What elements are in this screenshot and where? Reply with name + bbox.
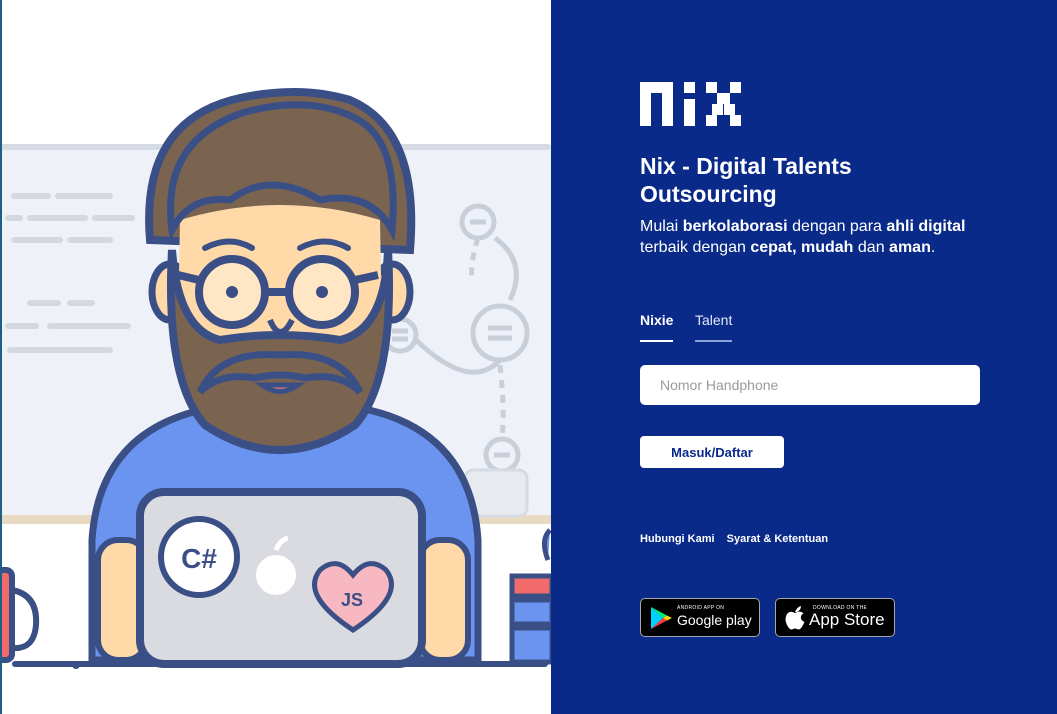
- google-play-label: Google play: [677, 612, 752, 628]
- tab-talent[interactable]: Talent: [695, 312, 733, 342]
- google-play-caption: ANDROID APP ON: [677, 605, 725, 611]
- login-register-button[interactable]: Masuk/Daftar: [640, 436, 784, 468]
- right-arm: [417, 537, 471, 663]
- hero-illustration-panel: C# JS: [0, 0, 551, 714]
- google-play-badge[interactable]: ANDROID APP ON Google play: [640, 598, 760, 637]
- apple-icon: [785, 606, 805, 630]
- app-store-label: App Store: [809, 610, 885, 629]
- right-eye: [316, 286, 328, 298]
- login-panel: Nix - Digital Talents Outsourcing Mulai …: [551, 0, 1057, 714]
- developer-illustration: C# JS: [0, 87, 551, 669]
- panel-edge: [0, 0, 2, 714]
- phone-number-input[interactable]: [640, 365, 980, 405]
- terms-link[interactable]: Syarat & Ketentuan: [727, 533, 828, 545]
- nix-logo: [640, 82, 741, 126]
- csharp-sticker-label: C#: [181, 543, 217, 574]
- tagline: Mulai berkolaborasi dengan para ahli dig…: [640, 218, 966, 256]
- page-title: Nix - Digital Talents Outsourcing: [640, 153, 852, 207]
- contact-us-link[interactable]: Hubungi Kami: [640, 533, 715, 545]
- nose: [267, 318, 295, 335]
- google-play-icon: [651, 607, 672, 629]
- js-sticker-label: JS: [341, 590, 363, 610]
- book-stack: [509, 528, 551, 665]
- tab-nixie[interactable]: Nixie: [640, 312, 674, 342]
- app-store-badge[interactable]: DOWNLOAD ON THE App Store: [775, 598, 895, 637]
- mug: [0, 567, 40, 663]
- mouth: [254, 382, 306, 394]
- left-eye: [226, 286, 238, 298]
- footer-links: Hubungi Kami Syarat & Ketentuan: [640, 533, 837, 545]
